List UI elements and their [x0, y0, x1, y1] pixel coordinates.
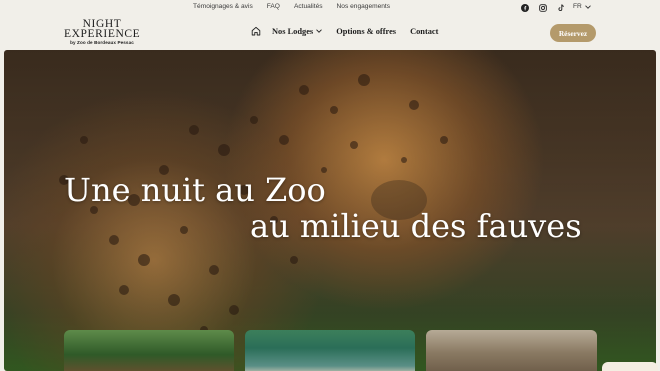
main-nav: Nos Lodges Options & offres Contact — [251, 26, 452, 36]
nav-item-options[interactable]: Options & offres — [336, 27, 396, 36]
lodge-card-2[interactable] — [245, 330, 415, 371]
nav-item-contact[interactable]: Contact — [410, 27, 438, 36]
lodge-card-3[interactable] — [426, 330, 597, 371]
link-commitments[interactable]: Nos engagements — [337, 3, 391, 10]
facebook-icon[interactable] — [520, 3, 529, 12]
link-news[interactable]: Actualités — [294, 3, 323, 10]
chevron-down-icon — [584, 4, 591, 9]
lodge-card-1[interactable] — [64, 330, 234, 371]
social-links — [520, 3, 565, 12]
top-links: Témoignages & avis FAQ Actualités Nos en… — [193, 3, 404, 10]
chevron-down-icon — [316, 29, 323, 33]
link-testimonials[interactable]: Témoignages & avis — [193, 3, 253, 10]
chat-widget[interactable] — [602, 362, 658, 371]
tiktok-icon[interactable] — [556, 3, 565, 12]
site-logo[interactable]: NIGHT EXPERIENCE by Zoo de Bordeaux Pess… — [64, 18, 141, 46]
language-selector[interactable]: FR — [573, 3, 591, 10]
link-faq[interactable]: FAQ — [267, 3, 280, 10]
top-utility-bar: Témoignages & avis FAQ Actualités Nos en… — [0, 0, 660, 16]
reserve-button[interactable]: Réservez — [550, 24, 596, 42]
nav-item-lodges-label: Nos Lodges — [272, 26, 314, 36]
instagram-icon[interactable] — [538, 3, 547, 12]
hero-banner: Une nuit au Zoo au milieu des fauves — [4, 50, 656, 371]
logo-subtitle: by Zoo de Bordeaux Pessac — [70, 40, 134, 45]
nav-item-lodges[interactable]: Nos Lodges — [272, 26, 323, 36]
hero-headline-line1: Une nuit au Zoo — [64, 171, 326, 209]
home-icon[interactable] — [251, 26, 261, 36]
hero-headline-line2: au milieu des fauves — [250, 207, 582, 245]
logo-line-experience: EXPERIENCE — [64, 28, 141, 40]
language-label: FR — [573, 3, 582, 10]
